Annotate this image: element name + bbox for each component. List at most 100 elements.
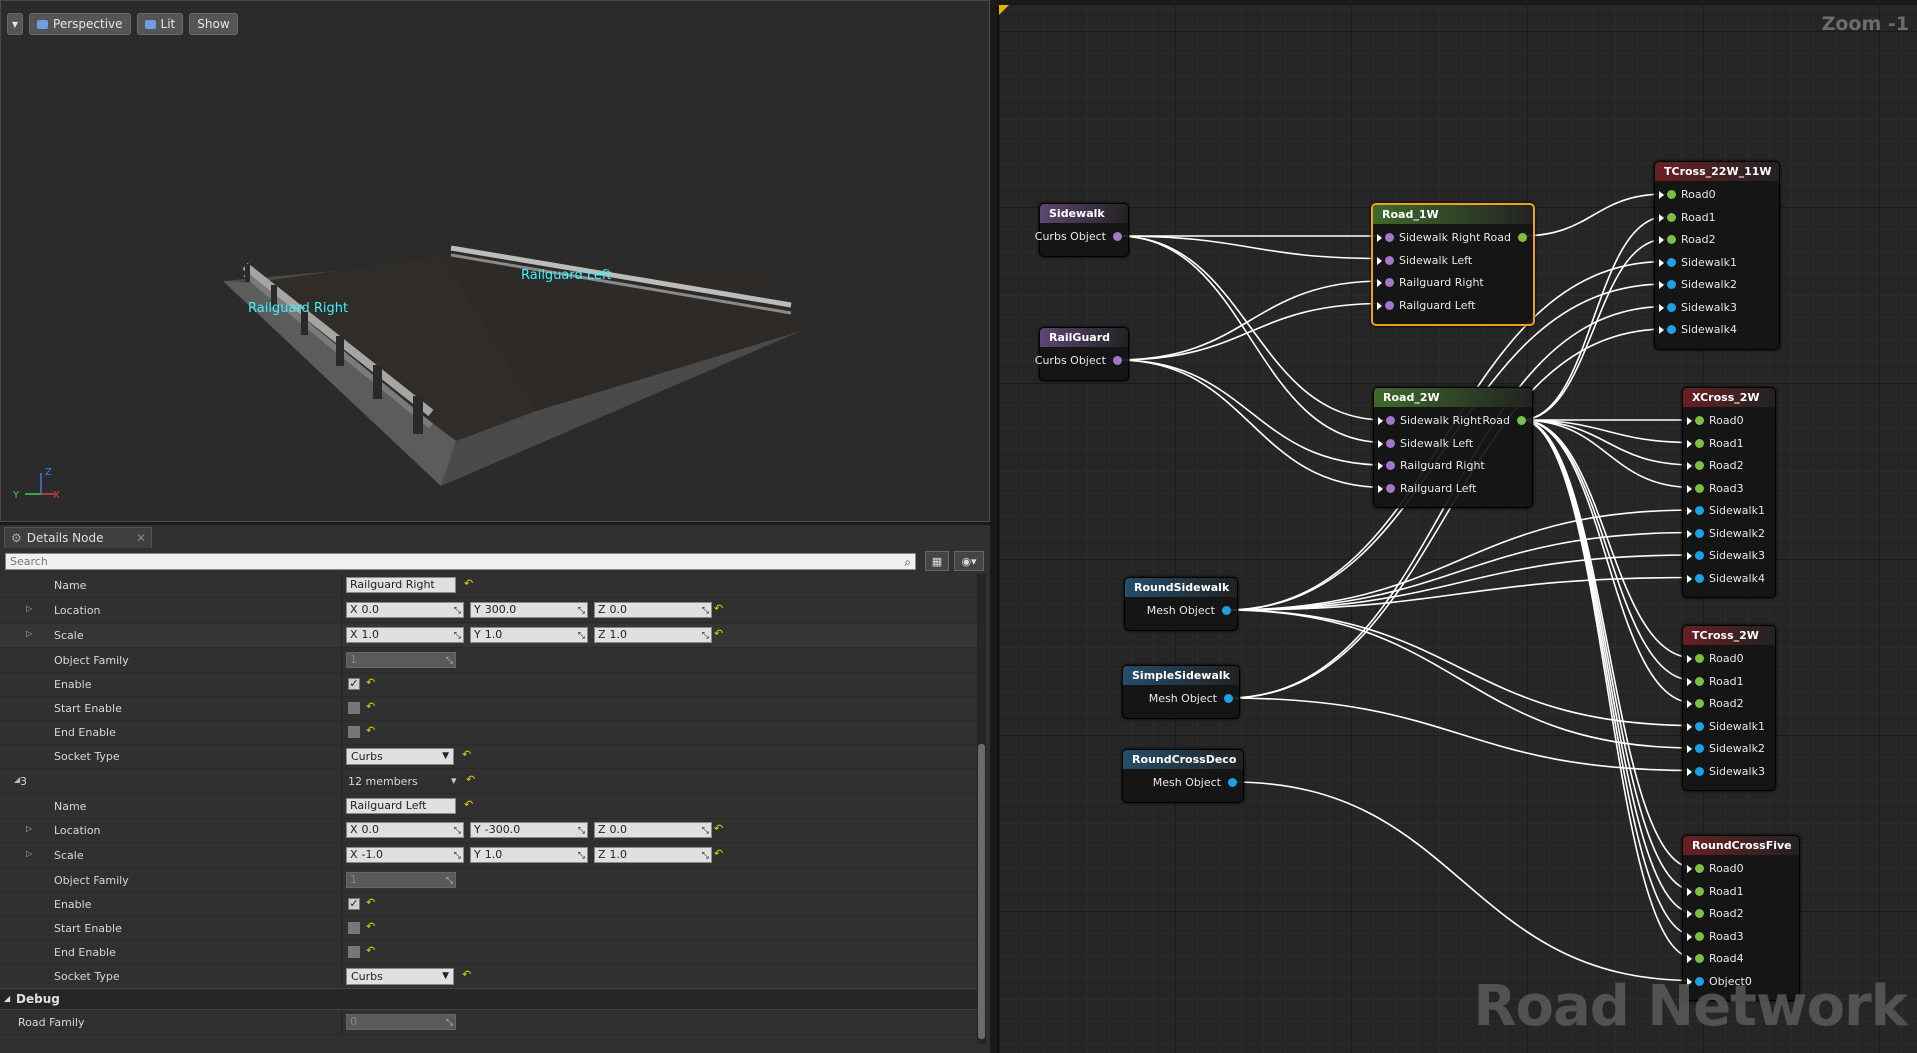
pin-dot-icon[interactable] (1386, 416, 1395, 425)
node-roundcrossdeco[interactable]: RoundCrossDeco Mesh Object (1122, 749, 1244, 803)
node-xcross[interactable]: XCross_2W Road0 Road1 Road2 Road3 Sidewalk1 Si… (1682, 387, 1776, 598)
input-pin[interactable]: Sidewalk3 (1687, 763, 1765, 781)
pin-dot-icon[interactable] (1385, 278, 1394, 287)
search-input[interactable] (6, 554, 878, 569)
view-options-button[interactable]: ◉▾ (954, 551, 984, 571)
input-pin[interactable]: Sidewalk Right (1378, 412, 1481, 430)
pin-dot-icon[interactable] (1695, 699, 1704, 708)
pin-dot-icon[interactable] (1667, 325, 1676, 334)
pin-dot-icon[interactable] (1222, 606, 1231, 615)
node-simplesidewalk[interactable]: SimpleSidewalk Mesh Object (1122, 665, 1240, 719)
pin-dot-icon[interactable] (1667, 280, 1676, 289)
x-field[interactable]: X 0.0 ⤡ (346, 602, 464, 618)
pin-dot-icon[interactable] (1695, 506, 1704, 515)
x-field[interactable]: X -1.0 ⤡ (346, 847, 464, 863)
input-pin[interactable]: Sidewalk3 (1659, 299, 1737, 317)
node-railguard[interactable]: RailGuard Curbs Object (1035, 327, 1129, 381)
pin-dot-icon[interactable] (1518, 233, 1527, 242)
reset-icon[interactable]: ↶ (366, 700, 375, 713)
checkbox[interactable] (348, 946, 360, 958)
checkbox[interactable] (348, 702, 360, 714)
name-field[interactable]: Railguard Right (346, 577, 456, 593)
input-pin[interactable]: Sidewalk Right (1377, 229, 1480, 247)
x-field[interactable]: X 0.0 ⤡ (346, 822, 464, 838)
input-pin[interactable]: Sidewalk4 (1659, 321, 1737, 339)
input-pin[interactable]: Sidewalk2 (1687, 525, 1765, 543)
reset-icon[interactable]: ↶ (366, 920, 375, 933)
chevron-down-icon[interactable]: ▾ (451, 774, 457, 787)
pin-dot-icon[interactable] (1228, 778, 1237, 787)
node-roundsidewalk[interactable]: RoundSidewalk Mesh Object (1124, 577, 1238, 631)
y-field[interactable]: Y 300.0 ⤡ (470, 602, 588, 618)
input-pin[interactable]: Road0 (1687, 650, 1744, 668)
pin-dot-icon[interactable] (1695, 676, 1704, 686)
input-pin[interactable]: Railguard Right (1378, 457, 1485, 475)
y-field[interactable]: Y -300.0 ⤡ (470, 822, 588, 838)
y-field[interactable]: Y 1.0 ⤡ (470, 627, 588, 643)
input-pin[interactable]: Sidewalk1 (1687, 502, 1765, 520)
input-pin[interactable]: Road2 (1687, 695, 1744, 713)
pin-dot-icon[interactable] (1695, 954, 1704, 963)
expand-arrow-icon[interactable]: ▷ (26, 849, 32, 858)
pin-dot-icon[interactable] (1695, 886, 1704, 896)
output-pin[interactable]: Road (1483, 229, 1529, 247)
pin-dot-icon[interactable] (1695, 461, 1704, 470)
socket-type-select[interactable]: Curbs ▼ (346, 748, 454, 765)
input-pin[interactable]: Sidewalk2 (1659, 276, 1737, 294)
pin-dot-icon[interactable] (1695, 931, 1704, 941)
pin-dot-icon[interactable] (1695, 766, 1704, 776)
expand-arrow-icon[interactable]: ▷ (26, 604, 32, 613)
reset-icon[interactable]: ↶ (714, 847, 723, 860)
reset-icon[interactable]: ↶ (714, 602, 723, 615)
pin-dot-icon[interactable] (1695, 909, 1704, 918)
expand-arrow-icon[interactable]: ▷ (26, 629, 32, 638)
input-pin[interactable]: Road1 (1687, 883, 1744, 901)
search-field[interactable]: ⌕ (5, 553, 916, 570)
output-pin[interactable]: Mesh Object (1147, 602, 1233, 620)
pin-dot-icon[interactable] (1224, 694, 1233, 703)
z-field[interactable]: Z 1.0 ⤡ (594, 847, 712, 863)
input-pin[interactable]: Road2 (1659, 231, 1716, 249)
tab-details-node[interactable]: ⚙ Details Node ✕ (4, 527, 152, 548)
pin-dot-icon[interactable] (1695, 438, 1704, 448)
property-matrix-button[interactable]: ▦ (925, 551, 949, 571)
input-pin[interactable]: Sidewalk4 (1687, 570, 1765, 588)
pin-dot-icon[interactable] (1385, 300, 1394, 310)
input-pin[interactable]: Road1 (1687, 435, 1744, 453)
node-graph[interactable]: Sidewalk Curbs Object RailGuard Curbs Objec… (997, 5, 1917, 1053)
input-pin[interactable]: Road4 (1687, 950, 1744, 968)
socket-type-select[interactable]: Curbs ▼ (346, 968, 454, 985)
pin-dot-icon[interactable] (1667, 302, 1676, 312)
close-tab-icon[interactable]: ✕ (136, 531, 146, 545)
pin-dot-icon[interactable] (1386, 461, 1395, 470)
reset-icon[interactable]: ↶ (462, 968, 471, 981)
reset-icon[interactable]: ↶ (366, 896, 375, 909)
pin-dot-icon[interactable] (1695, 654, 1704, 663)
node-tcross22[interactable]: TCross_22W_11W Road0 Road1 Road2 Sidewalk1 Si… (1654, 161, 1780, 350)
pin-dot-icon[interactable] (1385, 233, 1394, 242)
pin-dot-icon[interactable] (1113, 232, 1122, 241)
input-pin[interactable]: Sidewalk Left (1378, 435, 1473, 453)
z-field[interactable]: Z 1.0 ⤡ (594, 627, 712, 643)
expand-arrow-icon[interactable]: ▷ (26, 824, 32, 833)
z-field[interactable]: Z 0.0 ⤡ (594, 822, 712, 838)
checkbox[interactable]: ✓ (348, 678, 360, 690)
pin-dot-icon[interactable] (1695, 721, 1704, 731)
input-pin[interactable]: Railguard Left (1377, 297, 1475, 315)
name-field[interactable]: Railguard Left (346, 798, 456, 814)
input-pin[interactable]: Road1 (1659, 209, 1716, 227)
pin-dot-icon[interactable] (1667, 235, 1676, 244)
node-road1w[interactable]: Road_1W Sidewalk Right Sidewalk Left Railgu… (1371, 203, 1535, 326)
output-pin[interactable]: Curbs Object (1035, 228, 1124, 246)
input-pin[interactable]: Road2 (1687, 905, 1744, 923)
lit-button[interactable]: Lit (136, 13, 184, 35)
input-pin[interactable]: Road0 (1659, 186, 1716, 204)
pin-dot-icon[interactable] (1695, 573, 1704, 583)
node-road2w[interactable]: Road_2W Sidewalk Right Sidewalk Left Railgu… (1373, 387, 1533, 508)
perspective-button[interactable]: Perspective (29, 13, 131, 35)
input-pin[interactable]: Railguard Left (1378, 480, 1476, 498)
pin-dot-icon[interactable] (1667, 257, 1676, 267)
y-field[interactable]: Y 1.0 ⤡ (470, 847, 588, 863)
input-pin[interactable]: Road3 (1687, 928, 1744, 946)
debug-category[interactable]: ◢ Debug (0, 988, 985, 1010)
